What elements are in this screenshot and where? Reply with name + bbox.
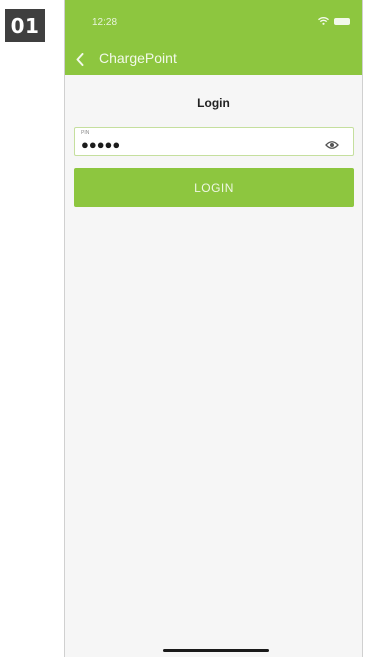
step-number-badge: 01 (5, 9, 45, 42)
pin-input[interactable]: PIN ●●●●● (74, 127, 354, 156)
status-bar-icons (318, 17, 350, 25)
app-header: 12:28 ChargePoint (65, 0, 362, 75)
pin-value[interactable]: ●●●●● (81, 137, 120, 152)
wifi-icon (318, 17, 329, 25)
eye-icon[interactable] (325, 137, 339, 155)
page-title: Login (197, 96, 230, 110)
login-button[interactable]: LOGIN (74, 168, 354, 207)
pin-field-label: PIN (81, 130, 90, 136)
status-bar-time: 12:28 (92, 17, 118, 28)
nav-title: ChargePoint (99, 50, 177, 66)
chevron-left-icon[interactable] (73, 51, 87, 67)
home-indicator (163, 649, 269, 652)
phone-screen: 12:28 ChargePoint Login PIN ●●●●● LOGIN (64, 0, 363, 657)
battery-icon (334, 17, 350, 25)
